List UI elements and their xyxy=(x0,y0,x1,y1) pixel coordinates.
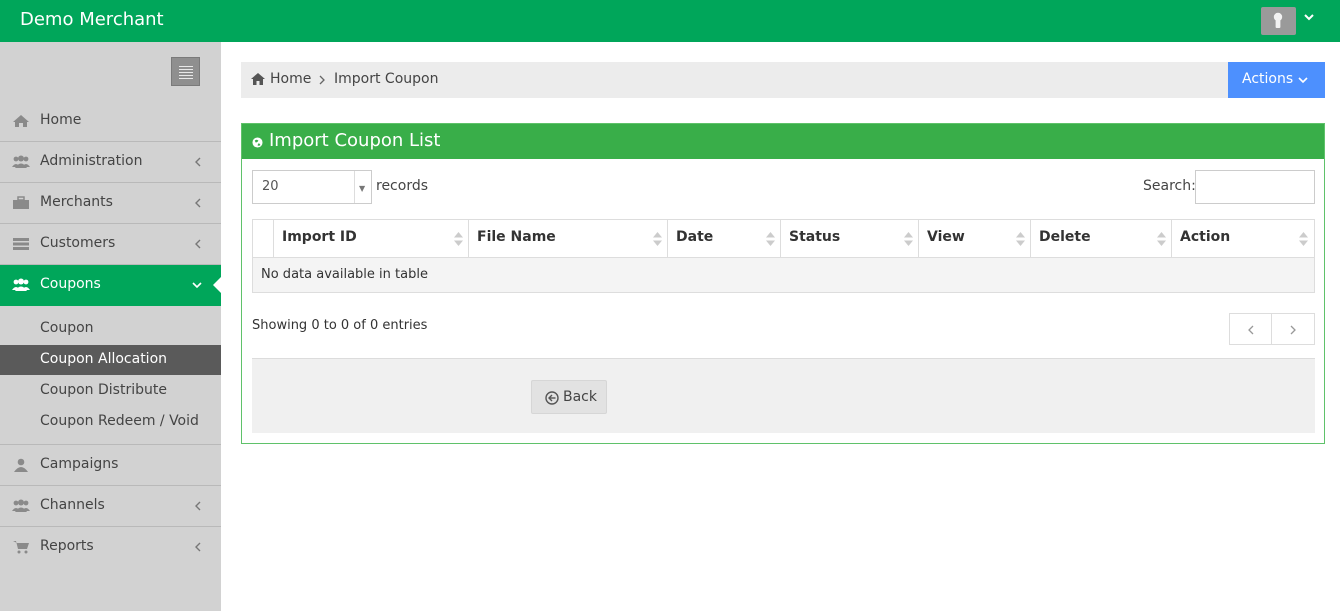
home-icon xyxy=(13,115,29,127)
sidebar-item-label: Channels xyxy=(40,497,105,513)
top-navbar: Demo Merchant xyxy=(0,0,1340,42)
sidebar-item-label: Customers xyxy=(40,235,116,251)
list-icon xyxy=(13,238,29,250)
sidebar: Home Administration Merchants Customers xyxy=(0,42,221,611)
chevron-right-icon xyxy=(319,75,325,85)
user-avatar[interactable] xyxy=(1261,7,1296,35)
panel-header: Import Coupon List xyxy=(242,124,1324,159)
column-header-import-id[interactable]: Import ID xyxy=(274,220,469,257)
import-coupon-panel: Import Coupon List 20 ▼ records Search: … xyxy=(241,123,1325,444)
chevron-right-icon xyxy=(1290,325,1296,335)
sort-icon xyxy=(454,232,463,246)
chevron-left-icon xyxy=(195,198,201,208)
chevron-left-icon xyxy=(195,157,201,167)
chevron-left-icon xyxy=(1248,325,1254,335)
search-label: Search: xyxy=(1143,178,1196,194)
chevron-left-icon xyxy=(195,542,201,552)
submenu-item-coupon-allocation[interactable]: Coupon Allocation xyxy=(0,345,221,375)
column-header-checkbox xyxy=(253,220,274,257)
sidebar-item-home[interactable]: Home xyxy=(0,101,221,142)
submenu-item-coupon-redeem-void[interactable]: Coupon Redeem / Void xyxy=(0,407,221,437)
user-avatar-icon xyxy=(1273,12,1283,28)
back-button[interactable]: Back xyxy=(531,380,607,414)
submenu-item-label: Coupon Allocation xyxy=(40,351,168,367)
sidebar-item-reports[interactable]: Reports xyxy=(0,527,221,568)
brand-title[interactable]: Demo Merchant xyxy=(20,9,164,30)
import-coupon-table: Import ID File Name Date Status View Del… xyxy=(252,219,1315,293)
home-icon xyxy=(251,73,265,85)
sidebar-toggle-button[interactable] xyxy=(171,57,200,86)
column-header-delete[interactable]: Delete xyxy=(1031,220,1172,257)
sort-icon xyxy=(766,232,775,246)
submenu-item-label: Coupon Distribute xyxy=(40,382,167,398)
chevron-down-icon xyxy=(192,282,202,289)
submenu-item-label: Coupon Redeem / Void xyxy=(40,413,199,429)
column-label: Action xyxy=(1180,229,1231,245)
sidebar-item-merchants[interactable]: Merchants xyxy=(0,183,221,224)
sort-icon xyxy=(653,232,662,246)
sidebar-item-label: Campaigns xyxy=(40,456,119,472)
sidebar-item-administration[interactable]: Administration xyxy=(0,142,221,183)
actions-button[interactable]: Actions xyxy=(1228,62,1325,98)
cart-icon xyxy=(13,541,29,554)
sidebar-item-label: Administration xyxy=(40,153,143,169)
sort-icon xyxy=(1299,232,1308,246)
column-label: Status xyxy=(789,229,841,245)
sort-icon xyxy=(1157,232,1166,246)
sidebar-item-label: Coupons xyxy=(40,276,101,292)
column-label: Date xyxy=(676,229,714,245)
column-header-date[interactable]: Date xyxy=(668,220,781,257)
column-label: File Name xyxy=(477,229,556,245)
submenu-item-coupon[interactable]: Coupon xyxy=(0,314,221,344)
previous-page-button[interactable] xyxy=(1230,314,1272,344)
user-icon xyxy=(14,458,28,472)
column-label: Import ID xyxy=(282,229,357,245)
briefcase-icon xyxy=(13,196,29,209)
pagination xyxy=(1229,313,1315,345)
submenu-item-coupon-distribute[interactable]: Coupon Distribute xyxy=(0,376,221,406)
chevron-left-icon xyxy=(195,239,201,249)
sidebar-item-customers[interactable]: Customers xyxy=(0,224,221,265)
empty-table-message: No data available in table xyxy=(261,267,428,282)
column-header-view[interactable]: View xyxy=(919,220,1031,257)
sidebar-item-coupons[interactable]: Coupons xyxy=(0,265,221,306)
chevron-left-icon xyxy=(195,501,201,511)
back-button-label: Back xyxy=(563,389,597,405)
page-length-select[interactable]: 20 ▼ xyxy=(252,170,372,204)
breadcrumb-home-link[interactable]: Home xyxy=(270,71,311,87)
chevron-down-icon xyxy=(1298,77,1308,84)
sidebar-item-label: Home xyxy=(40,112,82,128)
breadcrumb: Home Import Coupon Actions xyxy=(241,62,1325,98)
column-header-file-name[interactable]: File Name xyxy=(469,220,668,257)
next-page-button[interactable] xyxy=(1272,314,1314,344)
sidebar-item-label: Merchants xyxy=(40,194,113,210)
submenu-item-label: Coupon xyxy=(40,320,94,336)
page-length-value: 20 xyxy=(262,179,279,194)
sidebar-item-label: Reports xyxy=(40,538,94,554)
breadcrumb-current: Import Coupon xyxy=(334,71,439,87)
sidebar-item-channels[interactable]: Channels xyxy=(0,486,221,527)
users-icon xyxy=(12,499,30,512)
arrow-circle-left-icon xyxy=(545,391,559,405)
chevron-down-icon[interactable] xyxy=(1302,10,1316,24)
column-label: View xyxy=(927,229,965,245)
globe-icon xyxy=(252,137,263,148)
users-icon xyxy=(12,278,30,291)
sort-icon xyxy=(1016,232,1025,246)
table-row: No data available in table xyxy=(253,258,1314,292)
panel-title: Import Coupon List xyxy=(269,130,441,151)
active-indicator xyxy=(213,277,221,293)
column-header-action[interactable]: Action xyxy=(1172,220,1314,257)
search-input[interactable] xyxy=(1195,170,1315,204)
actions-button-label: Actions xyxy=(1242,71,1294,87)
column-header-status[interactable]: Status xyxy=(781,220,919,257)
sidebar-item-campaigns[interactable]: Campaigns xyxy=(0,445,221,486)
sort-icon xyxy=(904,232,913,246)
table-info: Showing 0 to 0 of 0 entries xyxy=(252,318,428,333)
records-label: records xyxy=(376,178,429,194)
caret-down-icon: ▼ xyxy=(359,184,366,193)
panel-footer: Back xyxy=(252,358,1315,433)
column-label: Delete xyxy=(1039,229,1091,245)
users-icon xyxy=(12,155,30,168)
